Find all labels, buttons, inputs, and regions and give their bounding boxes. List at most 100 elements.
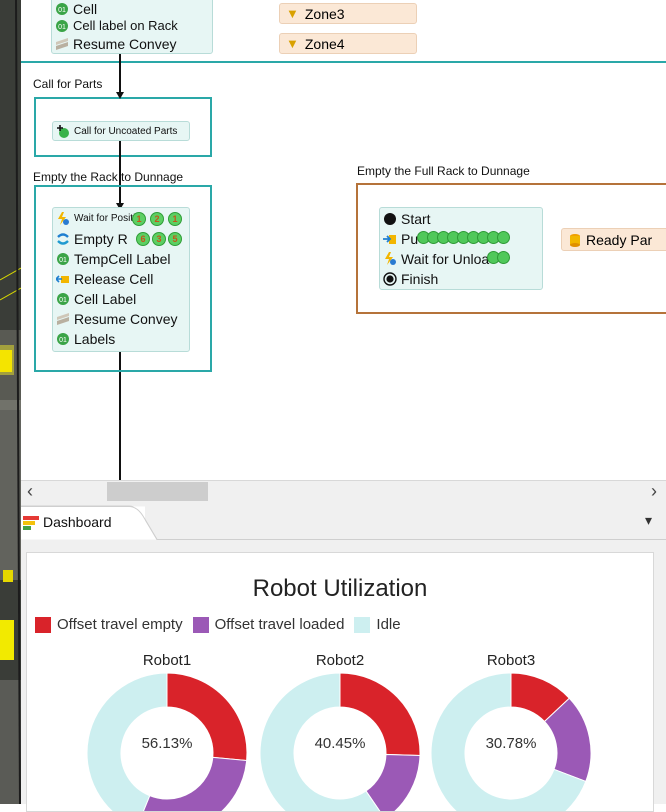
legend-swatch-empty [35, 616, 51, 633]
activity-cell-label[interactable]: 01 Cell Label [56, 289, 136, 308]
activity-wait-for-position[interactable]: Wait for Positi [56, 209, 135, 228]
label-icon: 01 [56, 332, 70, 346]
conveyor-icon [56, 312, 70, 326]
activity-label: Wait for Positi [74, 213, 136, 224]
token-badge: 1 [168, 212, 182, 226]
activity-label: Cell Label [74, 290, 137, 307]
robot1-center-value: 56.13% [141, 735, 193, 752]
label-icon: 01 [56, 252, 70, 266]
tab-dropdown-button[interactable]: ▾ [645, 512, 652, 529]
pull-icon [383, 232, 397, 246]
activity-start[interactable]: Start [383, 209, 431, 228]
legend-label-empty: Offset travel empty [57, 616, 183, 633]
zone-label: Zone3 [304, 5, 345, 22]
activity-empty-rack[interactable]: Empty R [56, 229, 128, 248]
ready-parts-block[interactable]: Ready Par [561, 228, 666, 251]
process-flow-canvas[interactable]: 01 Cell 01 Cell label on Rack Resume Con… [21, 0, 666, 480]
activity-label: Cell label on Rack [73, 18, 178, 33]
tab-dashboard[interactable]: Dashboard [23, 512, 112, 532]
robot3-center-value: 30.78% [485, 735, 537, 752]
chart-title: Robot Utilization [252, 575, 428, 602]
call-for-parts-panel: Call for Uncoated Parts [52, 121, 190, 141]
activity-tempcell-label[interactable]: 01 TempCell Label [56, 249, 171, 268]
activity-wait-for-unload[interactable]: Wait for Unloa [383, 249, 511, 268]
zone3-block[interactable]: ▼ Zone3 [279, 3, 417, 24]
full-rack-panel: Start Pu Wait for Unloa Finish [379, 207, 543, 290]
tab-shape [21, 505, 666, 540]
scroll-right-arrow[interactable]: › [651, 481, 657, 501]
activity-label: Labels [74, 330, 116, 347]
horizontal-scrollbar[interactable]: ‹ › [21, 480, 666, 502]
activity-label: Finish [401, 270, 439, 287]
token-badge: 3 [152, 232, 166, 246]
finish-icon [383, 271, 397, 286]
zone4-block[interactable]: ▼ Zone4 [279, 33, 417, 54]
activity-resume-convey[interactable]: Resume Convey [55, 34, 177, 53]
activity-label: TempCell Label [74, 250, 171, 267]
zone-label: Zone4 [304, 35, 345, 52]
activity-label: Call for Uncoated Parts [74, 126, 178, 137]
dashboard-tab-bar: Dashboard ▾ [21, 502, 666, 540]
dashboard-body: Robot Utilization Offset travel empty Of… [21, 540, 666, 812]
empty-rack-panel: Wait for Positi 1 2 1 Empty R 6 3 5 01 T… [52, 207, 190, 352]
top-activity-panel: 01 Cell 01 Cell label on Rack Resume Con… [51, 0, 213, 54]
svg-text:01: 01 [59, 297, 67, 304]
activity-label: Start [401, 210, 431, 227]
label-icon: 01 [56, 292, 70, 306]
scroll-left-arrow[interactable]: ‹ [27, 481, 33, 501]
label-icon: 01 [55, 19, 69, 33]
3d-scene-graphic [0, 0, 21, 804]
token-badge: 1 [132, 212, 146, 226]
token-badge-group [487, 250, 511, 267]
donut-slice-1-2 [142, 756, 248, 811]
wait-event-icon [56, 211, 70, 226]
empty-rack-title: Empty the Rack to Dunnage [33, 170, 184, 184]
move-object-icon [56, 232, 70, 246]
connector-line [119, 54, 121, 93]
token-badge: 2 [150, 212, 164, 226]
activity-finish[interactable]: Finish [383, 269, 438, 288]
wait-event-icon [383, 251, 397, 266]
svg-text:01: 01 [59, 337, 67, 344]
conveyor-icon [55, 37, 69, 51]
activity-label: Release Cell [74, 270, 154, 287]
connector-arrowhead [116, 92, 124, 99]
legend-swatch-loaded [192, 616, 209, 633]
call-for-parts-title: Call for Parts [33, 77, 103, 91]
svg-text:01: 01 [59, 257, 67, 264]
dashboard-icon [23, 514, 39, 530]
activity-cell-label-on-rack[interactable]: 01 Cell label on Rack [55, 16, 178, 35]
create-token-icon [56, 124, 70, 139]
token-badge: 6 [136, 232, 150, 246]
activity-label: Pu [401, 230, 419, 247]
scrollbar-thumb[interactable] [107, 482, 208, 501]
activity-label: Wait for Unloa [401, 250, 490, 267]
token-badge: 5 [168, 232, 182, 246]
activity-labels[interactable]: 01 Labels [56, 329, 115, 348]
legend-swatch-idle [354, 616, 371, 633]
activity-label: Ready Par [586, 231, 653, 248]
robot2-center-value: 40.45% [314, 735, 366, 752]
start-icon [383, 212, 397, 226]
activity-label: Resume Convey [74, 310, 178, 327]
token-badge-group [417, 230, 511, 247]
zone-triangle-icon: ▼ [286, 6, 299, 21]
activity-label: Cell [73, 0, 98, 17]
activity-resume-convey[interactable]: Resume Convey [56, 309, 178, 328]
svg-text:01: 01 [58, 7, 66, 14]
release-icon [54, 272, 70, 286]
svg-text:01: 01 [58, 24, 66, 31]
activity-pull[interactable]: Pu [383, 229, 511, 248]
section-divider [21, 61, 666, 63]
legend-label-idle: Idle [376, 616, 401, 633]
3d-view-strip [0, 0, 21, 804]
list-icon [568, 233, 582, 247]
full-rack-title: Empty the Full Rack to Dunnage [357, 164, 530, 178]
activity-release-cell[interactable]: Release Cell [54, 269, 154, 288]
activity-call-for-uncoated-parts[interactable]: Call for Uncoated Parts [56, 122, 177, 141]
tab-label: Dashboard [43, 514, 112, 530]
activity-label: Resume Convey [73, 35, 177, 52]
robot-utilization-card: Robot Utilization Offset travel empty Of… [26, 552, 654, 812]
chart-legend: Offset travel empty Offset travel loaded… [35, 616, 401, 633]
activity-label: Empty R [74, 230, 128, 247]
